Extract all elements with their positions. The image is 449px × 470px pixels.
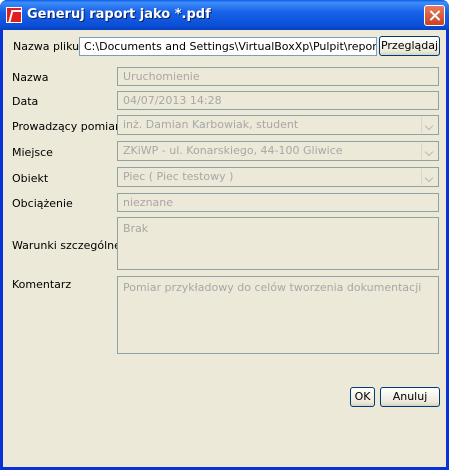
prowadzacy-combo[interactable]: inż. Damian Karbowiak, student (117, 115, 439, 135)
data-label: Data (12, 95, 39, 108)
chevron-down-icon[interactable] (421, 117, 437, 133)
prowadzacy-label: Prowadzący pomiary (12, 120, 126, 133)
chevron-down-icon[interactable] (421, 169, 437, 185)
cancel-button[interactable]: Anuluj (380, 387, 440, 407)
file-path-input[interactable]: C:\Documents and Settings\VirtualBoxXp\P… (79, 37, 377, 56)
warunki-textarea[interactable]: Brak (117, 217, 439, 270)
komentarz-textarea[interactable]: Pomiar przykładowy do celów tworzenia do… (117, 276, 439, 354)
warunki-label: Warunki szczególne (12, 239, 121, 252)
miejsce-label: Miejsce (12, 146, 53, 159)
prowadzacy-value: inż. Damian Karbowiak, student (123, 118, 299, 131)
data-field[interactable]: 04/07/2013 14:28 (117, 91, 439, 110)
komentarz-label: Komentarz (12, 278, 72, 291)
window-title: Generuj raport jako *.pdf (27, 7, 211, 22)
browse-button[interactable]: Przeglądaj (379, 36, 440, 56)
close-button[interactable] (424, 5, 445, 26)
obciazenie-field[interactable]: nieznane (117, 193, 439, 212)
nazwa-label: Nazwa (12, 71, 49, 84)
obiekt-label: Obiekt (12, 172, 49, 185)
chevron-down-icon[interactable] (421, 143, 437, 159)
obiekt-value: Piec ( Piec testowy ) (123, 170, 234, 183)
miejsce-combo[interactable]: ZKiWP - ul. Konarskiego, 44-100 Gliwice (117, 141, 439, 161)
app-icon (6, 7, 22, 23)
nazwa-field[interactable]: Uruchomienie (117, 67, 439, 86)
file-name-label: Nazwa pliku (13, 40, 80, 53)
dialog-window: Generuj raport jako *.pdf Nazwa pliku C:… (0, 0, 449, 470)
title-bar[interactable]: Generuj raport jako *.pdf (0, 0, 449, 30)
obciazenie-label: Obciążenie (12, 197, 73, 210)
miejsce-value: ZKiWP - ul. Konarskiego, 44-100 Gliwice (123, 144, 343, 157)
obiekt-combo[interactable]: Piec ( Piec testowy ) (117, 167, 439, 187)
ok-button[interactable]: OK (350, 387, 375, 407)
